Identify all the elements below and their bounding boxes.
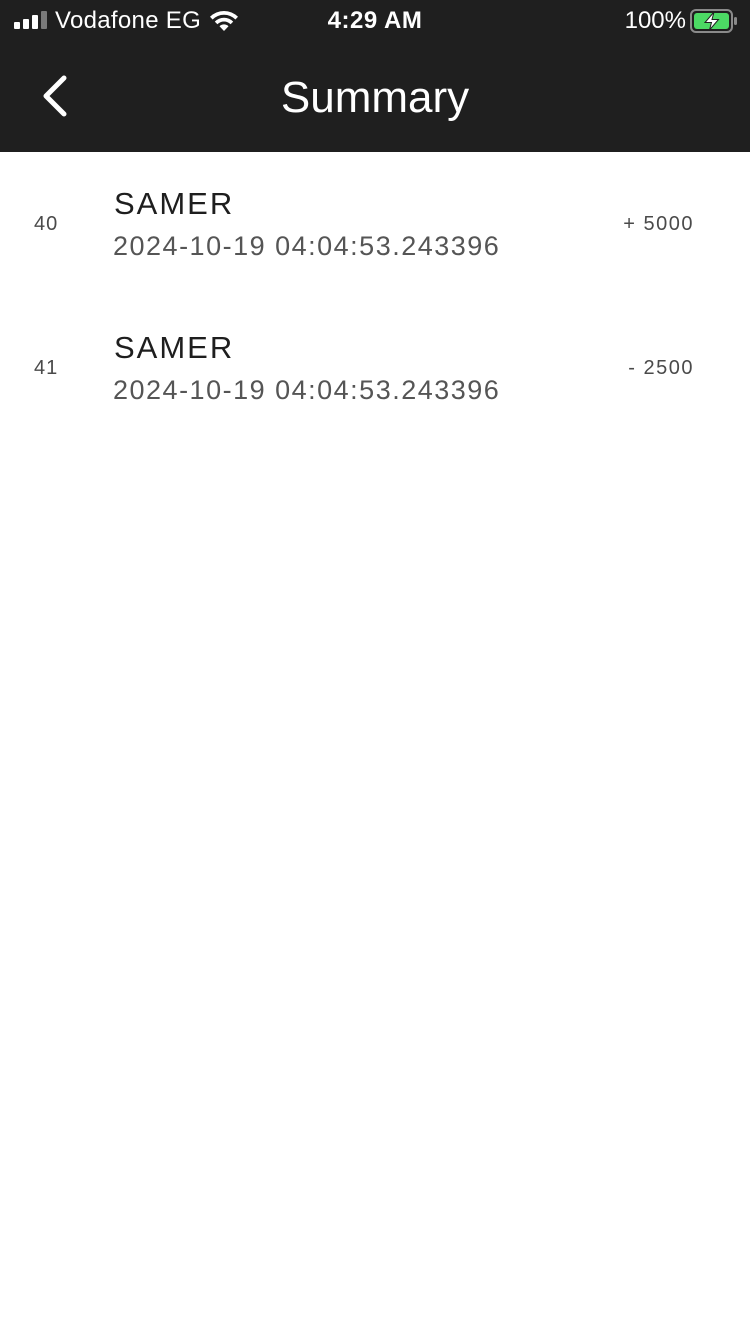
battery-charging-icon	[690, 9, 737, 33]
transaction-amount: - 2500	[628, 357, 694, 379]
summary-screen: Vodafone EG 4:29 AM 100% Summary 40 SAME…	[0, 0, 750, 1334]
transaction-id: 40	[34, 213, 59, 235]
transaction-row[interactable]: 40 SAMER 2024-10-19 04:04:53.243396 + 50…	[0, 152, 750, 296]
transaction-date: 2024-10-19 04:04:53.243396	[113, 231, 501, 261]
status-bar: Vodafone EG 4:29 AM 100%	[0, 0, 750, 40]
transaction-id: 41	[34, 357, 59, 379]
page-title: Summary	[280, 73, 470, 122]
transaction-amount: + 5000	[623, 213, 694, 235]
transaction-name: SAMER	[114, 186, 235, 221]
navigation-bar: Summary	[0, 40, 750, 152]
transaction-list: 40 SAMER 2024-10-19 04:04:53.243396 + 50…	[0, 152, 750, 440]
battery-percentage: 100%	[624, 7, 686, 34]
transaction-name: SAMER	[114, 330, 235, 365]
transaction-row[interactable]: 41 SAMER 2024-10-19 04:04:53.243396 - 25…	[0, 296, 750, 440]
transaction-date: 2024-10-19 04:04:53.243396	[113, 375, 501, 405]
